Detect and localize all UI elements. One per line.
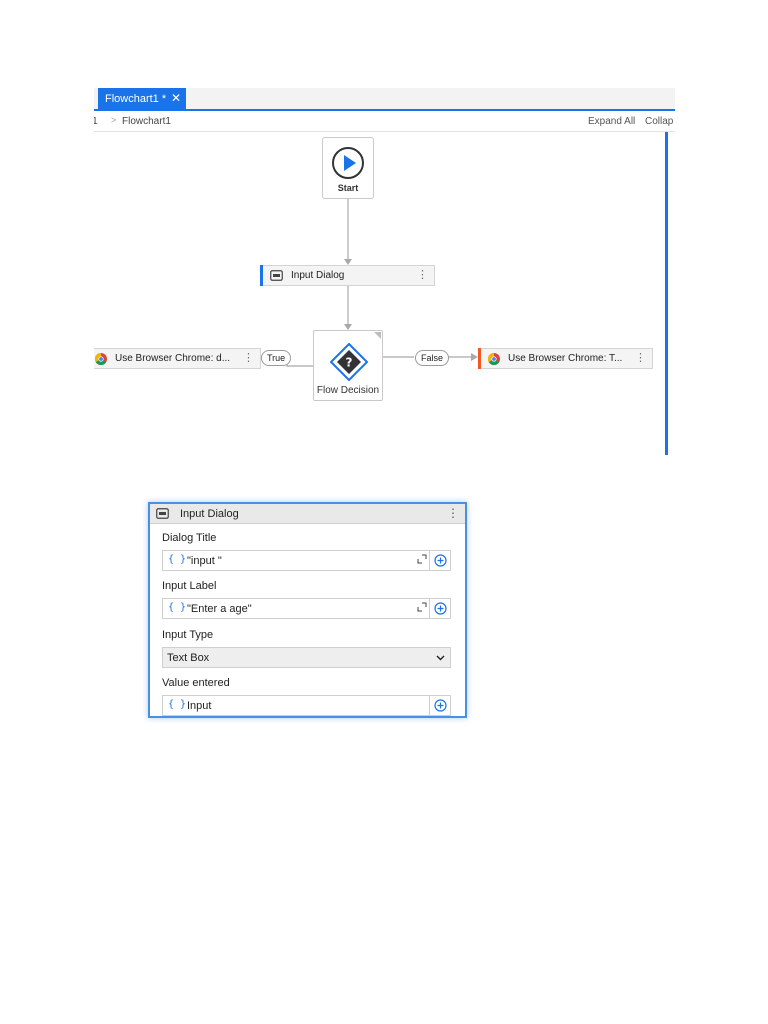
play-icon (332, 147, 364, 179)
panel-title: Input Dialog (180, 507, 239, 520)
svg-text:?: ? (346, 356, 353, 370)
more-options-icon[interactable]: ⋮ (243, 351, 254, 365)
add-variable-button[interactable] (429, 551, 450, 570)
input-type-select[interactable]: Text Box (162, 647, 451, 668)
activity-label: Use Browser Chrome: d... (115, 353, 231, 364)
decision-label: Flow Decision (316, 385, 380, 396)
dialog-title-label: Dialog Title (162, 532, 217, 544)
start-node[interactable]: Start (322, 137, 374, 199)
plus-circle-icon (433, 699, 447, 712)
input-label-label: Input Label (162, 580, 217, 592)
flow-decision-node[interactable]: ? Flow Decision (313, 330, 383, 401)
activity-label: Use Browser Chrome: T... (508, 353, 623, 364)
value-entered-label: Value entered (162, 677, 230, 689)
value-entered-value: Input (187, 700, 212, 712)
input-label-value: "Enter a age" (187, 603, 252, 615)
true-branch-label: True (261, 350, 292, 366)
dialog-icon (270, 270, 283, 281)
more-options-icon[interactable]: ⋮ (635, 351, 646, 365)
use-browser-false-activity[interactable]: Use Browser Chrome: T... ⋮ (478, 348, 653, 369)
flowchart-designer: Flowchart1 * ✕ rt1 > Flowchart1 Expand A… (94, 88, 675, 455)
dialog-title-field[interactable]: { } "input " (162, 550, 451, 571)
expression-brace-icon: { } (168, 602, 187, 613)
add-variable-button[interactable] (429, 696, 450, 715)
activity-accent-bar (260, 265, 263, 286)
input-label-field[interactable]: { } "Enter a age" (162, 598, 451, 619)
expression-brace-icon: { } (168, 554, 187, 565)
false-branch-label: False (415, 350, 450, 366)
chrome-icon (95, 352, 107, 365)
arrowhead-right (471, 353, 478, 361)
plus-circle-icon (433, 554, 447, 567)
input-dialog-properties-panel: Input Dialog ⋮ Dialog Title { } "input "… (148, 502, 467, 718)
input-type-label: Input Type (162, 629, 214, 641)
dialog-title-value: "input " (187, 555, 222, 567)
dialog-icon (156, 508, 169, 519)
activity-label: Input Dialog (291, 270, 345, 281)
chrome-icon (488, 352, 500, 365)
more-options-icon[interactable]: ⋮ (417, 268, 428, 282)
chevron-down-icon (436, 655, 445, 661)
more-options-icon[interactable]: ⋮ (447, 506, 459, 520)
expression-brace-icon: { } (168, 699, 187, 710)
decision-diamond-icon: ? (330, 343, 368, 381)
start-label: Start (337, 183, 359, 193)
activity-accent-bar (478, 348, 481, 369)
input-dialog-activity[interactable]: Input Dialog ⋮ (260, 265, 435, 286)
plus-circle-icon (433, 602, 447, 615)
input-type-value: Text Box (167, 652, 210, 664)
expand-editor-icon[interactable] (417, 554, 427, 564)
add-variable-button[interactable] (429, 599, 450, 618)
expand-editor-icon[interactable] (417, 602, 427, 612)
corner-marker (374, 332, 381, 339)
use-browser-true-activity[interactable]: Use Browser Chrome: d... ⋮ (94, 348, 261, 369)
panel-header[interactable]: Input Dialog ⋮ (150, 504, 465, 524)
value-entered-field[interactable]: { } Input (162, 695, 451, 716)
